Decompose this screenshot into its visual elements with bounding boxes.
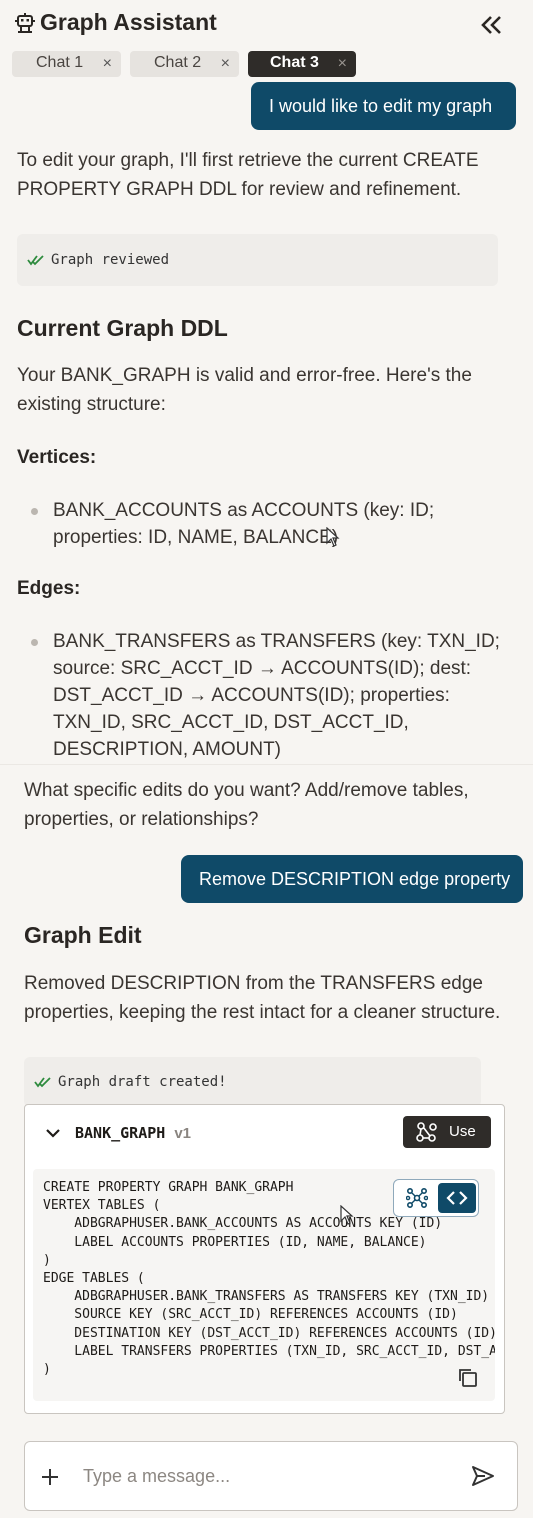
page-title: Graph Assistant [40,9,217,35]
user-message: Remove DESCRIPTION edge property [181,855,523,903]
title-wrap: Graph Assistant [14,9,217,36]
list-item: BANK_TRANSFERS as TRANSFERS (key: TXN_ID… [31,628,501,763]
tab-chat-3[interactable]: Chat 3 × [248,51,356,77]
tab-label: Chat 3 [270,54,319,71]
close-icon[interactable]: × [338,55,347,73]
view-toggle [393,1179,479,1217]
message-input[interactable] [83,1460,453,1492]
tab-chat-1[interactable]: Chat 1 × [12,51,121,77]
bullet-dot [31,639,38,646]
mouse-cursor-icon [326,527,340,547]
message-composer [24,1441,518,1511]
header: Graph Assistant [0,0,533,48]
chevron-down-icon[interactable] [45,1125,61,1141]
list-item: BANK_ACCOUNTS as ACCOUNTS (key: ID; prop… [31,497,503,551]
graph-name: BANK_GRAPH v1 [75,1124,191,1142]
graph-name-text: BANK_GRAPH [75,1124,166,1142]
graph-icon [406,1187,428,1209]
section-heading: Graph Edit [24,922,142,948]
close-icon[interactable]: × [103,55,112,73]
send-icon[interactable] [471,1464,495,1488]
code-icon [446,1191,468,1205]
edges-label: Edges: [17,578,81,599]
tab-chat-2[interactable]: Chat 2 × [130,51,239,77]
status-text: Graph reviewed [51,252,170,268]
tab-label: Chat 2 [154,54,202,71]
use-button[interactable]: Use [403,1116,491,1148]
graph-card: BANK_GRAPH v1 Use CREATE PROPERTY GRAPH … [24,1104,505,1414]
vertex-item-text: BANK_ACCOUNTS as ACCOUNTS (key: ID; prop… [53,500,435,548]
edge-item-text: BANK_TRANSFERS as TRANSFERS (key: TXN_ID… [53,631,500,760]
tab-label: Chat 1 [36,54,84,71]
ddl-code-block: CREATE PROPERTY GRAPH BANK_GRAPH VERTEX … [33,1169,495,1401]
robot-icon [15,12,35,33]
mouse-cursor-icon [340,1205,354,1225]
status-graph-draft: Graph draft created! [24,1057,481,1107]
status-text: Graph draft created! [58,1074,227,1090]
plus-icon[interactable] [39,1466,61,1488]
double-chevron-left-icon[interactable] [478,14,504,36]
section-heading: Current Graph DDL [17,315,228,341]
assistant-text: Removed DESCRIPTION from the TRANSFERS e… [24,973,501,1023]
assistant-text: Your BANK_GRAPH is valid and error-free.… [17,365,472,415]
status-graph-reviewed: Graph reviewed [17,234,498,286]
assistant-text: What specific edits do you want? Add/rem… [24,780,469,830]
divider [0,764,533,765]
graph-icon [416,1122,437,1142]
use-button-label: Use [449,1123,476,1140]
view-graph-button[interactable] [398,1183,436,1213]
bullet-dot [31,508,38,515]
user-message: I would like to edit my graph [251,82,516,130]
vertices-label: Vertices: [17,447,97,468]
copy-icon[interactable] [457,1367,479,1389]
view-code-button[interactable] [438,1183,476,1213]
assistant-text: To edit your graph, I'll first retrieve … [17,150,479,200]
double-check-icon [34,1077,51,1088]
double-check-icon [27,255,44,266]
close-icon[interactable]: × [221,55,230,73]
graph-version: v1 [174,1125,192,1142]
